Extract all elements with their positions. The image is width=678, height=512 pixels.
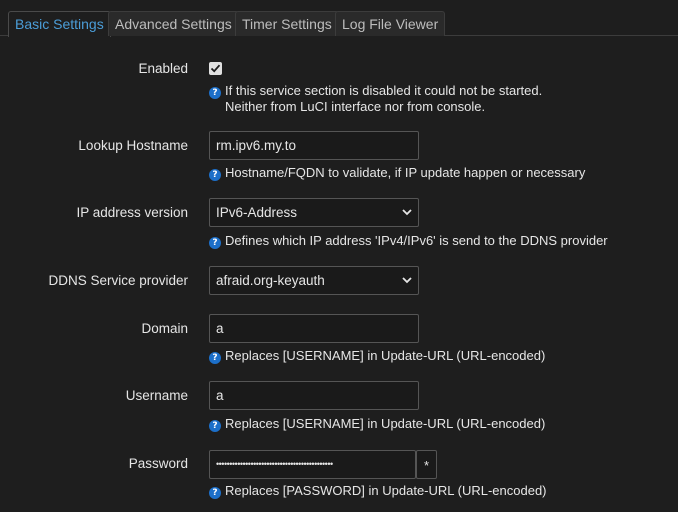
- password-input[interactable]: ••••••••••••••••••••••••••••••••••••••••…: [209, 450, 416, 479]
- password-hint: ? Replaces [PASSWORD] in Update-URL (URL-…: [209, 483, 547, 499]
- ip-version-hint: ? Defines which IP address 'IPv4/IPv6' is…: [209, 233, 608, 249]
- domain-hint-text: Replaces [USERNAME] in Update-URL (URL-e…: [225, 348, 546, 363]
- question-circle-icon: ?: [209, 420, 221, 432]
- ip-version-hint-text: Defines which IP address 'IPv4/IPv6' is …: [225, 233, 608, 248]
- tab-advanced-settings[interactable]: Advanced Settings: [108, 11, 239, 36]
- question-circle-icon: ?: [209, 237, 221, 249]
- lookup-hostname-hint-text: Hostname/FQDN to validate, if IP update …: [225, 165, 586, 180]
- question-circle-icon: ?: [209, 87, 221, 99]
- domain-input[interactable]: a: [209, 314, 419, 343]
- enabled-checkbox[interactable]: [209, 62, 222, 75]
- chevron-down-icon: [402, 277, 412, 284]
- username-hint-text: Replaces [USERNAME] in Update-URL (URL-e…: [225, 416, 546, 431]
- checkmark-icon: [210, 64, 221, 73]
- tab-bar: Basic Settings Advanced Settings Timer S…: [0, 0, 678, 37]
- question-circle-icon: ?: [209, 487, 221, 499]
- ip-version-value: IPv6-Address: [216, 205, 298, 220]
- enabled-hint-line1: If this service section is disabled it c…: [225, 83, 543, 98]
- domain-label: Domain: [141, 321, 188, 336]
- domain-hint: ? Replaces [USERNAME] in Update-URL (URL-…: [209, 348, 545, 364]
- lookup-hostname-input[interactable]: rm.ipv6.my.to: [209, 131, 419, 160]
- service-provider-value: afraid.org-keyauth: [216, 273, 325, 288]
- service-provider-select[interactable]: afraid.org-keyauth: [209, 266, 419, 295]
- lookup-hostname-label: Lookup Hostname: [78, 138, 188, 153]
- question-circle-icon: ?: [209, 352, 221, 364]
- enabled-hint: ? If this service section is disabled it …: [209, 83, 542, 114]
- username-label: Username: [125, 388, 188, 403]
- chevron-down-icon: [402, 209, 412, 216]
- question-circle-icon: ?: [209, 169, 221, 181]
- enabled-label: Enabled: [138, 61, 188, 76]
- username-hint: ? Replaces [USERNAME] in Update-URL (URL-…: [209, 416, 545, 432]
- password-reveal-button[interactable]: *: [416, 450, 437, 479]
- tab-log-file-viewer[interactable]: Log File Viewer: [335, 11, 446, 36]
- lookup-hostname-hint: ? Hostname/FQDN to validate, if IP update…: [209, 165, 585, 181]
- ip-version-select[interactable]: IPv6-Address: [209, 198, 419, 227]
- username-input[interactable]: a: [209, 381, 419, 410]
- tab-timer-settings[interactable]: Timer Settings: [235, 11, 339, 36]
- ip-version-label: IP address version: [76, 205, 188, 220]
- tab-basic-settings[interactable]: Basic Settings: [8, 11, 111, 37]
- password-hint-text: Replaces [PASSWORD] in Update-URL (URL-e…: [225, 483, 547, 498]
- service-provider-label: DDNS Service provider: [48, 273, 188, 288]
- password-label: Password: [128, 456, 188, 471]
- enabled-hint-line2: Neither from LuCI interface nor from con…: [225, 99, 486, 114]
